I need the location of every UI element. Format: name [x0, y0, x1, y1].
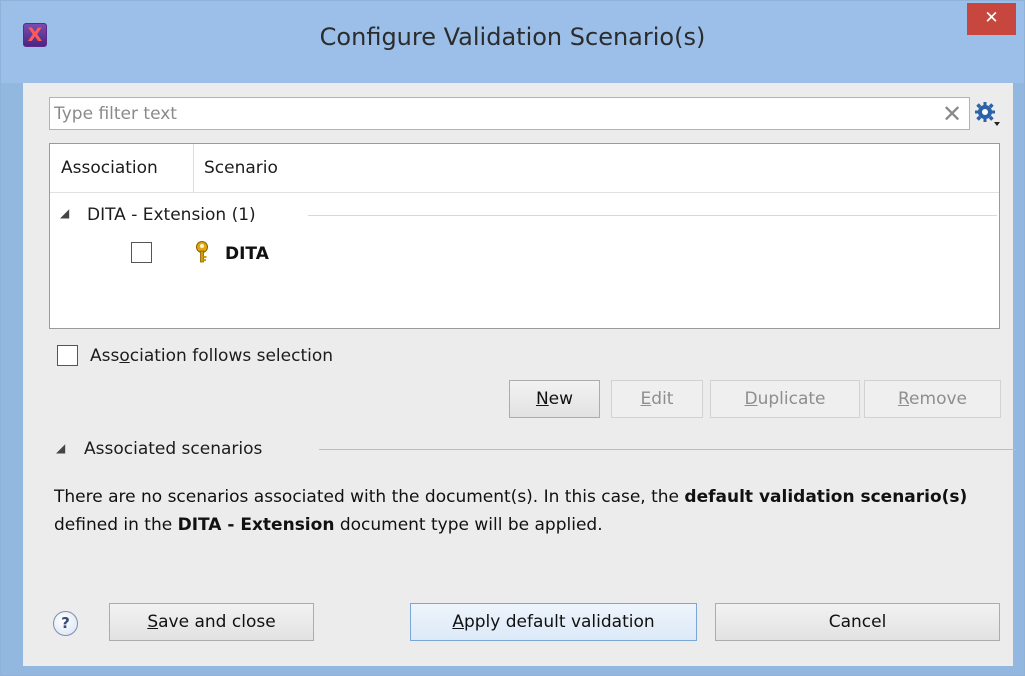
- button-label: uplicate: [757, 389, 826, 409]
- group-divider: [308, 215, 997, 216]
- mnemonic-letter: o: [119, 346, 130, 366]
- dialog-window: X Configure Validation Scenario(s) ✕ ✕: [0, 0, 1025, 676]
- label-part: Ass: [90, 346, 120, 366]
- table-header: Association Scenario: [50, 144, 999, 193]
- column-divider[interactable]: [193, 144, 194, 192]
- dialog-title: Configure Validation Scenario(s): [319, 23, 706, 51]
- button-label: ew: [548, 389, 574, 409]
- mnemonic-letter: E: [640, 389, 652, 409]
- mnemonic-letter: D: [744, 389, 758, 409]
- remove-button[interactable]: Remove: [864, 380, 1001, 418]
- button-label: pply default validation: [463, 612, 655, 632]
- save-and-close-button[interactable]: Save and close: [109, 603, 314, 641]
- clear-filter-icon[interactable]: ✕: [938, 100, 966, 128]
- filter-field[interactable]: ✕: [49, 97, 970, 130]
- scenarios-table[interactable]: Association Scenario ◢ DITA - Extension …: [49, 143, 1000, 329]
- mnemonic-letter: A: [452, 612, 464, 632]
- table-row[interactable]: DITA: [50, 234, 999, 274]
- new-button[interactable]: New: [509, 380, 600, 418]
- expand-triangle-icon[interactable]: ◢: [56, 441, 65, 455]
- association-follows-selection-checkbox[interactable]: [57, 345, 78, 366]
- association-follows-selection-label[interactable]: Association follows selection: [90, 341, 333, 371]
- section-divider: [319, 449, 1016, 450]
- info-message: There are no scenarios associated with t…: [54, 483, 1004, 539]
- message-bold-text: default validation scenario(s): [684, 487, 968, 507]
- filter-input[interactable]: [54, 101, 924, 126]
- message-text: defined in the: [54, 515, 178, 535]
- button-label: emove: [909, 389, 967, 409]
- message-text: There are no scenarios associated with t…: [54, 487, 685, 507]
- button-label: dit: [651, 389, 674, 409]
- mnemonic-letter: R: [897, 389, 910, 409]
- cancel-button[interactable]: Cancel: [715, 603, 1000, 641]
- message-text: document type will be applied.: [334, 515, 603, 535]
- edit-button[interactable]: Edit: [611, 380, 703, 418]
- mnemonic-letter: S: [147, 612, 159, 632]
- expand-triangle-icon[interactable]: ◢: [60, 206, 69, 220]
- association-checkbox[interactable]: [131, 242, 152, 263]
- gear-dropdown-icon[interactable]: [973, 100, 1001, 128]
- button-label: ave and close: [158, 612, 276, 632]
- column-header-association[interactable]: Association: [61, 144, 158, 192]
- column-header-scenario[interactable]: Scenario: [204, 144, 278, 192]
- group-label: DITA - Extension (1): [87, 205, 256, 225]
- message-bold-text: DITA - Extension: [177, 515, 335, 535]
- scenario-name: DITA: [225, 244, 269, 264]
- group-row[interactable]: ◢ DITA - Extension (1): [50, 200, 999, 230]
- close-button[interactable]: ✕: [967, 3, 1016, 35]
- duplicate-button[interactable]: Duplicate: [710, 380, 860, 418]
- section-label: Associated scenarios: [84, 439, 263, 459]
- dialog-content: ✕ Association Scenario: [23, 83, 1016, 666]
- help-icon[interactable]: ?: [53, 611, 78, 636]
- key-icon: [196, 241, 208, 263]
- mnemonic-letter: N: [535, 389, 549, 409]
- apply-default-validation-button[interactable]: Apply default validation: [410, 603, 697, 641]
- label-part: ciation follows selection: [129, 346, 334, 366]
- associated-scenarios-section[interactable]: ◢ Associated scenarios: [49, 434, 1016, 464]
- title-bar[interactable]: X Configure Validation Scenario(s) ✕: [1, 1, 1024, 83]
